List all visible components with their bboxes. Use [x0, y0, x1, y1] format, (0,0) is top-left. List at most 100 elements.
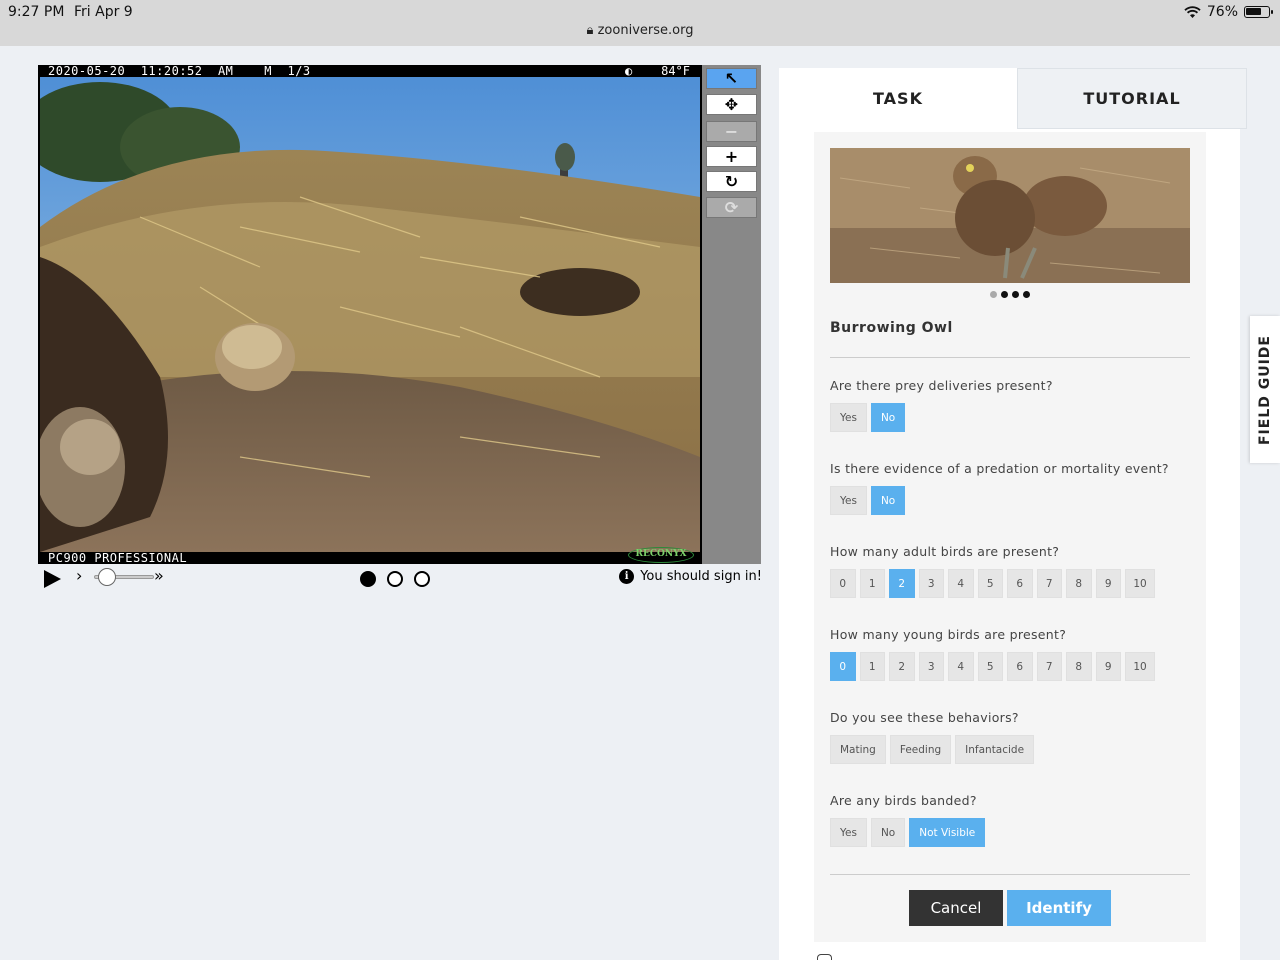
answer-button[interactable]: 8	[1066, 569, 1092, 598]
frame-dot-2[interactable]	[387, 571, 403, 587]
pointer-icon: ↖	[724, 69, 739, 88]
address-bar[interactable]: 🔒︎ zooniverse.org	[0, 23, 1280, 38]
carousel-dot[interactable]	[1023, 291, 1030, 298]
answer-options: Mating Feeding Infantacide	[830, 735, 1035, 764]
answer-button[interactable]: Infantacide	[955, 735, 1035, 764]
answer-button[interactable]: 6	[1007, 652, 1033, 681]
answer-button[interactable]: 9	[1095, 569, 1121, 598]
status-indicators: 76%	[1184, 4, 1273, 20]
zoom-out-icon: −	[724, 122, 739, 141]
carousel-dot[interactable]	[990, 291, 997, 298]
identify-button[interactable]: Identify	[1007, 890, 1111, 926]
answer-options: 0 1 2 3 4 5 6 7 8 9 10	[830, 569, 1155, 598]
carousel-dot[interactable]	[1001, 291, 1008, 298]
choice-image[interactable]	[830, 148, 1190, 283]
pan-tool-button[interactable]: ✥	[706, 94, 757, 115]
speed-slider-knob[interactable]	[98, 568, 116, 586]
answer-options: 0 1 2 3 4 5 6 7 8 9 10	[830, 652, 1155, 681]
answer-button[interactable]: Yes	[830, 486, 867, 515]
zoom-in-icon: +	[724, 147, 739, 166]
image-carousel	[814, 291, 1206, 298]
battery-percent: 76%	[1206, 4, 1238, 20]
info-icon: i	[619, 569, 635, 584]
answer-button[interactable]: 7	[1036, 569, 1062, 598]
camera-brand-logo: RECONYX	[628, 547, 694, 563]
answer-button[interactable]: Yes	[830, 818, 867, 847]
question-text: Is there evidence of a predation or mort…	[830, 461, 1169, 476]
pan-icon: ✥	[724, 95, 739, 114]
answer-button[interactable]: Feeding	[889, 735, 952, 764]
answer-button[interactable]: 5	[977, 652, 1003, 681]
answer-button[interactable]: 0	[830, 652, 856, 681]
camera-model: PC900 PROFESSIONAL	[48, 551, 188, 564]
slow-icon[interactable]: ›	[76, 566, 82, 585]
player-controls: › » i You should sign in!	[38, 566, 762, 590]
play-icon[interactable]	[44, 570, 61, 588]
reset-button[interactable]: ⟳	[706, 197, 757, 218]
frame-dot-3[interactable]	[414, 571, 430, 587]
tab-task[interactable]: TASK	[779, 68, 1017, 129]
answer-button[interactable]: No	[870, 818, 906, 847]
answer-button[interactable]: 2	[889, 652, 915, 681]
answer-button[interactable]: Yes	[830, 403, 867, 432]
signin-notice[interactable]: i You should sign in!	[619, 569, 762, 584]
answer-button[interactable]: 2	[889, 569, 915, 598]
field-guide-tab[interactable]: FIELD GUIDE	[1250, 316, 1280, 463]
wifi-icon	[1184, 5, 1201, 18]
question-text: How many adult birds are present?	[830, 544, 1060, 559]
answer-button[interactable]: Mating	[830, 735, 886, 764]
tab-tutorial[interactable]: TUTORIAL	[1017, 68, 1247, 129]
rotate-icon: ↻	[724, 172, 739, 191]
camera-trap-photo	[40, 77, 700, 552]
zoom-in-button[interactable]: +	[706, 146, 757, 167]
choice-title: Burrowing Owl	[830, 320, 953, 336]
pointer-tool-button[interactable]: ↖	[706, 68, 757, 89]
question-text: Are there prey deliveries present?	[830, 378, 1053, 393]
reset-icon: ⟳	[724, 198, 739, 217]
subject-viewer[interactable]: 2020-05-20 11:20:52 AM M 1/3 ◐ 84°F PC90…	[38, 65, 702, 564]
answer-button[interactable]: 10	[1125, 569, 1155, 598]
fast-icon[interactable]: »	[154, 566, 164, 585]
url-text: zooniverse.org	[597, 23, 694, 38]
answer-button[interactable]: 5	[977, 569, 1003, 598]
answer-button[interactable]: 4	[948, 652, 974, 681]
divider	[830, 357, 1190, 358]
cancel-button[interactable]: Cancel	[909, 890, 1003, 926]
answer-button[interactable]: 3	[918, 652, 944, 681]
zoom-out-button[interactable]: −	[706, 121, 757, 142]
answer-button[interactable]: 9	[1095, 652, 1121, 681]
answer-button[interactable]: 1	[859, 569, 885, 598]
owl-photo	[830, 148, 1190, 283]
answer-button[interactable]: 1	[859, 652, 885, 681]
subject-image[interactable]	[40, 77, 700, 552]
answer-button[interactable]: 0	[830, 569, 856, 598]
divider	[830, 874, 1190, 875]
answer-button[interactable]: 7	[1036, 652, 1062, 681]
answer-options: Yes No	[830, 403, 906, 432]
answer-button[interactable]: 10	[1125, 652, 1155, 681]
frame-dot-1[interactable]	[360, 571, 376, 587]
answer-button[interactable]: 8	[1066, 652, 1092, 681]
question-text: Are any birds banded?	[830, 793, 977, 808]
answer-button[interactable]: 4	[948, 569, 974, 598]
lock-icon: 🔒︎	[586, 23, 594, 38]
answer-button[interactable]: No	[870, 486, 906, 515]
answer-button[interactable]: Not Visible	[909, 818, 986, 847]
question-text: Do you see these behaviors?	[830, 710, 1019, 725]
battery-icon	[1244, 6, 1273, 18]
rotate-button[interactable]: ↻	[706, 171, 757, 192]
field-guide-label: FIELD GUIDE	[1257, 334, 1273, 445]
status-time: 9:27 PM	[8, 4, 65, 20]
answer-button[interactable]: 6	[1007, 569, 1033, 598]
checkbox[interactable]	[817, 954, 832, 960]
question-text: How many young birds are present?	[830, 627, 1067, 642]
task-panel: TASK TUTORIAL Burrowing Owl Are there pr…	[779, 68, 1247, 960]
status-bar: 9:27 PM Fri Apr 9 76% 🔒︎ zooniverse.org	[0, 0, 1280, 46]
answer-button[interactable]: 3	[918, 569, 944, 598]
image-toolbar: ↖ ✥ − + ↻ ⟳	[702, 65, 761, 564]
carousel-dot[interactable]	[1012, 291, 1019, 298]
status-date: Fri Apr 9	[74, 4, 133, 20]
answer-button[interactable]: No	[870, 403, 906, 432]
answer-options: Yes No	[830, 486, 906, 515]
answer-options: Yes No Not Visible	[830, 818, 986, 847]
